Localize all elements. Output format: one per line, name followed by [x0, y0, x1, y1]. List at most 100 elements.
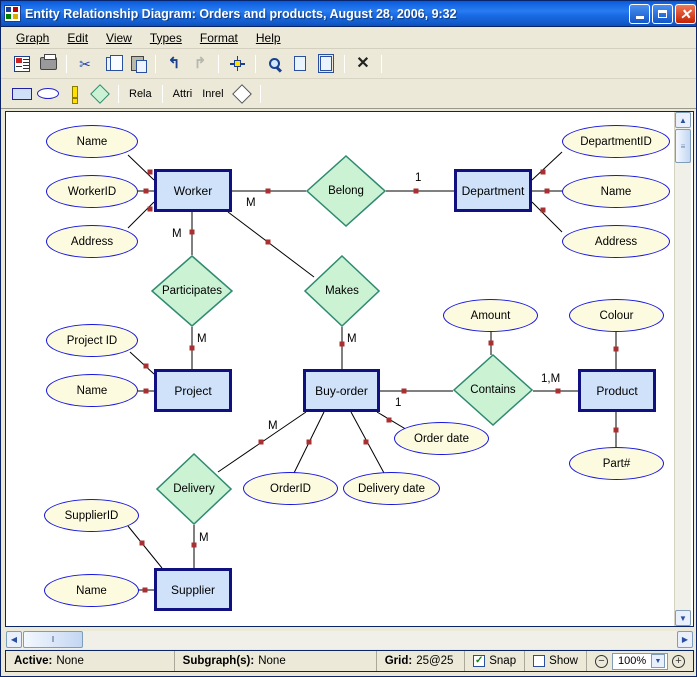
edge-handle[interactable]	[143, 363, 149, 369]
horizontal-scrollbar[interactable]: ◀ ‖ ▶	[6, 631, 693, 649]
entity-rect-button[interactable]	[9, 82, 35, 106]
relationship-contains[interactable]: Contains	[453, 354, 533, 426]
attribute-w-addr[interactable]: Address	[46, 225, 138, 258]
inrel-button[interactable]: Inrel	[197, 88, 228, 100]
copy-button[interactable]	[98, 52, 124, 76]
relationship-makes[interactable]: Makes	[304, 255, 380, 327]
edge-handle[interactable]	[147, 169, 153, 175]
edge-handle[interactable]	[413, 188, 419, 194]
edge-handle[interactable]	[339, 341, 345, 347]
edge-handle[interactable]	[613, 346, 619, 352]
delete-button[interactable]: ✕	[350, 52, 376, 76]
entity-worker[interactable]: Worker	[154, 169, 232, 212]
attribute-del-date[interactable]: Delivery date	[343, 472, 440, 505]
edge-handle[interactable]	[540, 207, 546, 213]
menu-item-view[interactable]: View	[97, 29, 141, 47]
print-button[interactable]	[35, 52, 61, 76]
edge-handle[interactable]	[189, 229, 195, 235]
edge-s-id-supplier[interactable]	[127, 525, 163, 569]
redo-button[interactable]: ↱	[187, 52, 213, 76]
edge-handle[interactable]	[189, 345, 195, 351]
page-button[interactable]	[287, 52, 313, 76]
edge-worker-makes[interactable]	[227, 211, 315, 278]
attribute-pr-colour[interactable]: Colour	[569, 299, 664, 332]
menu-item-format[interactable]: Format	[191, 29, 247, 47]
zoom-button[interactable]	[261, 52, 287, 76]
attribute-d-name[interactable]: Name	[562, 175, 670, 208]
vertical-scrollbar[interactable]: ▲ ≡ ▼	[674, 112, 691, 626]
entity-project[interactable]: Project	[154, 369, 232, 412]
horizontal-scroll-thumb[interactable]: ‖	[23, 631, 83, 648]
menu-item-types[interactable]: Types	[141, 29, 191, 47]
attribute-ellipse-button[interactable]	[35, 82, 61, 106]
entity-buyorder[interactable]: Buy-order	[303, 369, 380, 412]
menu-item-graph[interactable]: Graph	[7, 29, 58, 47]
menu-item-help[interactable]: Help	[247, 29, 290, 47]
undo-button[interactable]: ↰	[161, 52, 187, 76]
entity-product[interactable]: Product	[578, 369, 656, 412]
edge-w-name-worker[interactable]	[127, 154, 155, 181]
diagram-canvas-area[interactable]: Worker Department Project Buy-order Product S…	[5, 111, 694, 627]
scroll-down-button[interactable]: ▼	[675, 610, 691, 626]
vertical-scroll-thumb[interactable]: ≡	[675, 129, 691, 163]
exclamation-button[interactable]	[61, 82, 87, 106]
minimize-button[interactable]	[629, 3, 650, 24]
snap-toggle[interactable]: ✓ Snap	[465, 651, 526, 671]
edge-handle[interactable]	[143, 388, 149, 394]
edge-department-d-addr[interactable]	[531, 201, 563, 233]
show-toggle[interactable]: Show	[525, 651, 587, 671]
paste-button[interactable]	[124, 52, 150, 76]
edge-handle[interactable]	[143, 188, 149, 194]
zoom-out-button[interactable]: −	[594, 654, 608, 668]
attribute-w-id[interactable]: WorkerID	[46, 175, 138, 208]
edge-handle[interactable]	[265, 188, 271, 194]
edge-handle[interactable]	[258, 439, 264, 445]
zoom-level-select[interactable]: 100% ▼	[611, 652, 668, 670]
edge-handle[interactable]	[265, 239, 271, 245]
edge-handle[interactable]	[191, 542, 197, 548]
attribute-s-name[interactable]: Name	[44, 574, 139, 607]
snap-checkbox[interactable]: ✓	[473, 655, 486, 667]
entity-supplier[interactable]: Supplier	[154, 568, 232, 611]
attribute-d-addr[interactable]: Address	[562, 225, 670, 258]
relationship-participates[interactable]: Participates	[151, 255, 233, 327]
edge-handle[interactable]	[386, 417, 392, 423]
white-diamond-button[interactable]	[229, 82, 255, 106]
edge-handle[interactable]	[139, 540, 145, 546]
chevron-down-icon[interactable]: ▼	[650, 654, 665, 668]
attribute-p-name[interactable]: Name	[46, 374, 138, 407]
close-button[interactable]: ✕	[675, 3, 696, 24]
relationship-delivery[interactable]: Delivery	[156, 453, 232, 525]
edge-handle[interactable]	[613, 427, 619, 433]
edge-handle[interactable]	[363, 439, 369, 445]
attribute-p-id[interactable]: Project ID	[46, 324, 138, 357]
scroll-up-button[interactable]: ▲	[675, 112, 691, 128]
maximize-button[interactable]	[652, 3, 673, 24]
edge-department-d-id[interactable]	[531, 151, 563, 181]
edge-handle[interactable]	[540, 169, 546, 175]
relationship-belong[interactable]: Belong	[306, 155, 386, 227]
relationship-diamond-button[interactable]	[87, 82, 113, 106]
attribute-d-id[interactable]: DepartmentID	[562, 125, 670, 158]
center-target-button[interactable]	[224, 52, 250, 76]
attribute-pr-part[interactable]: Part#	[569, 447, 664, 480]
attribute-s-id[interactable]: SupplierID	[44, 499, 139, 532]
rela-button[interactable]: Rela	[124, 88, 157, 100]
edge-w-addr-worker[interactable]	[127, 201, 155, 229]
zoom-in-button[interactable]: +	[671, 654, 685, 668]
edge-handle[interactable]	[142, 587, 148, 593]
er-diagram-canvas[interactable]: Worker Department Project Buy-order Product S…	[6, 112, 676, 626]
attribute-c-amount[interactable]: Amount	[443, 299, 538, 332]
edge-handle[interactable]	[544, 188, 550, 194]
cut-button[interactable]: ✂	[72, 52, 98, 76]
edge-handle[interactable]	[488, 340, 494, 346]
attribute-w-name[interactable]: Name	[46, 125, 138, 158]
scroll-right-button[interactable]: ▶	[677, 631, 693, 648]
entity-department[interactable]: Department	[454, 169, 532, 212]
attribute-o-id[interactable]: OrderID	[243, 472, 338, 505]
attribute-o-date[interactable]: Order date	[394, 422, 489, 455]
edge-handle[interactable]	[401, 388, 407, 394]
scroll-left-button[interactable]: ◀	[6, 631, 22, 648]
edge-p-id-project[interactable]	[129, 351, 155, 375]
attri-button[interactable]: Attri	[168, 88, 198, 100]
